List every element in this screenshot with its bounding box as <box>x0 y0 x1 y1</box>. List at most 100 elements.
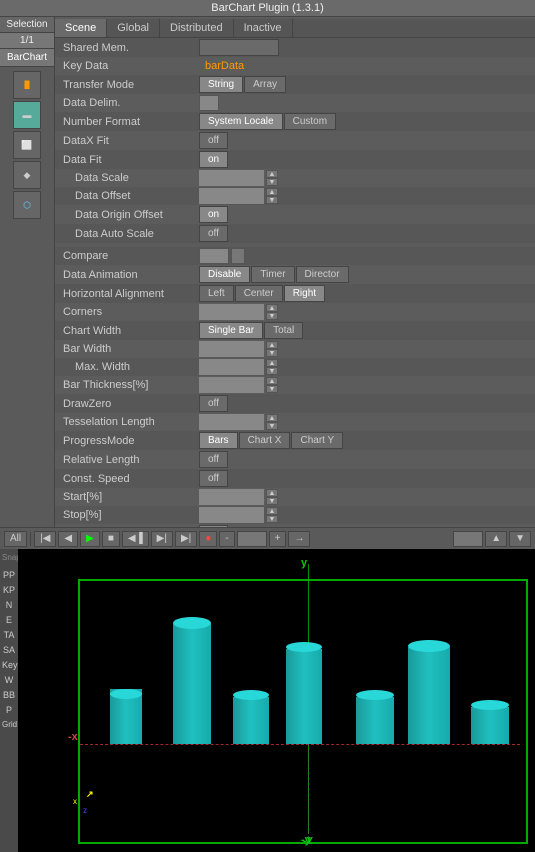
data-offset-down[interactable]: ▼ <box>266 196 278 204</box>
disable-btn[interactable]: Disable <box>199 266 250 283</box>
all-btn[interactable]: All <box>4 531 27 547</box>
minus-btn[interactable]: - <box>219 531 234 547</box>
go-end-btn[interactable]: ▶| <box>175 531 197 547</box>
bar-width-down[interactable]: ▼ <box>266 349 278 357</box>
barchart-tab[interactable]: BarChart <box>0 49 54 67</box>
start-pct-label: Start[%] <box>59 491 199 503</box>
bar-width-input[interactable]: 500.0 <box>199 341 264 357</box>
tesselation-length-input[interactable]: 20 <box>199 414 264 430</box>
prev-frame-btn[interactable]: ◀ <box>58 531 78 547</box>
compare-row: Compare <box>55 247 535 265</box>
single-bar-btn[interactable]: Single Bar <box>199 322 263 339</box>
vp-sidebar-grid[interactable]: Grid <box>2 718 16 732</box>
bars-btn[interactable]: Bars <box>199 432 238 449</box>
tesselation-length-down[interactable]: ▼ <box>266 422 278 430</box>
bar-thickness-down[interactable]: ▼ <box>266 385 278 393</box>
tab-distributed[interactable]: Distributed <box>160 19 234 37</box>
compare-swatch2[interactable] <box>231 248 245 264</box>
data-origin-offset-label: Data Origin Offset <box>59 209 199 221</box>
corners-input[interactable]: 25 <box>199 304 264 320</box>
const-speed-btn[interactable]: off <box>199 470 228 487</box>
next-frame-btn[interactable]: ▶| <box>151 531 173 547</box>
key-data-row: Key Data barData <box>55 57 535 75</box>
shared-mem-btn[interactable] <box>199 39 279 56</box>
frame-number[interactable]: 0 <box>237 531 267 547</box>
corners-down[interactable]: ▼ <box>266 312 278 320</box>
icon-5[interactable]: ⬡ <box>13 191 41 219</box>
data-origin-offset-btn[interactable]: on <box>199 206 228 223</box>
system-locale-btn[interactable]: System Locale <box>199 113 283 130</box>
start-pct-down[interactable]: ▼ <box>266 497 278 505</box>
right-btn[interactable]: Right <box>284 285 325 302</box>
data-delim-swatch[interactable] <box>199 95 219 111</box>
data-auto-scale-row: Data Auto Scale off <box>55 224 535 243</box>
draw-zero-btn[interactable]: off <box>199 395 228 412</box>
bar-thickness-input[interactable]: 50.0 <box>199 377 264 393</box>
stop-pct-down[interactable]: ▼ <box>266 515 278 523</box>
vp-sidebar-bb[interactable]: BB <box>2 688 16 702</box>
fps-up-btn[interactable]: ▲ <box>485 531 507 547</box>
tab-global[interactable]: Global <box>107 19 160 37</box>
max-width-up[interactable]: ▲ <box>266 359 278 367</box>
compare-swatch[interactable] <box>199 248 229 264</box>
stop-pct-up[interactable]: ▲ <box>266 507 278 515</box>
timer-btn[interactable]: Timer <box>251 266 294 283</box>
data-scale-input[interactable]: 3.0 <box>199 170 264 186</box>
max-width-input[interactable]: 100000.0 <box>199 359 264 375</box>
left-btn[interactable]: Left <box>199 285 234 302</box>
fps-number[interactable]: 50 <box>453 531 483 547</box>
start-pct-input[interactable]: 0.0 <box>199 489 264 505</box>
icon-1[interactable]: ▐▌ <box>13 71 41 99</box>
stop-pct-input[interactable]: 100.0 <box>199 507 264 523</box>
corners-up[interactable]: ▲ <box>266 304 278 312</box>
play-rev-btn[interactable]: ◀▐ <box>122 531 149 547</box>
plus-btn[interactable]: + <box>269 531 287 547</box>
play-btn[interactable]: ▶ <box>80 531 100 547</box>
bar-width-up[interactable]: ▲ <box>266 341 278 349</box>
custom-btn[interactable]: Custom <box>284 113 336 130</box>
go-start-btn[interactable]: |◀ <box>34 531 56 547</box>
arrow-right-btn[interactable]: → <box>288 531 310 547</box>
string-btn[interactable]: String <box>199 76 243 93</box>
vp-sidebar-key[interactable]: Key <box>2 658 16 672</box>
icon-3[interactable]: ⬜ <box>13 131 41 159</box>
stop-btn[interactable]: ■ <box>102 531 120 547</box>
start-pct-up[interactable]: ▲ <box>266 489 278 497</box>
vp-sidebar-e[interactable]: E <box>2 613 16 627</box>
tab-inactive[interactable]: Inactive <box>234 19 293 37</box>
vp-sidebar-w[interactable]: W <box>2 673 16 687</box>
bar-thickness-up[interactable]: ▲ <box>266 377 278 385</box>
vp-sidebar-n[interactable]: N <box>2 598 16 612</box>
director-btn[interactable]: Director <box>296 266 349 283</box>
data-scale-up[interactable]: ▲ <box>266 170 278 178</box>
relative-length-btn[interactable]: off <box>199 451 228 468</box>
3d-viewport[interactable]: y -y -x ↗ x z -Y <box>18 549 535 852</box>
vp-sidebar-snap: Snap <box>2 551 16 565</box>
tesselation-length-up[interactable]: ▲ <box>266 414 278 422</box>
vp-sidebar-p[interactable]: P <box>2 703 16 717</box>
center-btn[interactable]: Center <box>235 285 283 302</box>
data-offset-input[interactable]: -60.0 <box>199 188 264 204</box>
icon-2[interactable]: ▬ <box>13 101 41 129</box>
chart-x-btn[interactable]: Chart X <box>239 432 291 449</box>
chart-y-btn[interactable]: Chart Y <box>291 432 343 449</box>
vp-sidebar-sa[interactable]: SA <box>2 643 16 657</box>
data-scale-down[interactable]: ▼ <box>266 178 278 186</box>
data-fit-btn[interactable]: on <box>199 151 228 168</box>
array-btn[interactable]: Array <box>244 76 286 93</box>
total-btn[interactable]: Total <box>264 322 303 339</box>
vp-sidebar-ta[interactable]: TA <box>2 628 16 642</box>
icon-4[interactable]: ◆ <box>13 161 41 189</box>
fps-down-btn[interactable]: ▼ <box>509 531 531 547</box>
data-offset-up[interactable]: ▲ <box>266 188 278 196</box>
tab-scene[interactable]: Scene <box>55 19 107 37</box>
vp-sidebar-pp[interactable]: PP <box>2 568 16 582</box>
transfer-mode-label: Transfer Mode <box>59 79 199 91</box>
record-btn[interactable]: ● <box>199 531 217 547</box>
max-width-down[interactable]: ▼ <box>266 367 278 375</box>
bevel-btn[interactable]: on <box>199 525 228 527</box>
draw-zero-row: DrawZero off <box>55 394 535 413</box>
vp-sidebar-kp[interactable]: KP <box>2 583 16 597</box>
datax-fit-btn[interactable]: off <box>199 132 228 149</box>
data-auto-scale-btn[interactable]: off <box>199 225 228 242</box>
